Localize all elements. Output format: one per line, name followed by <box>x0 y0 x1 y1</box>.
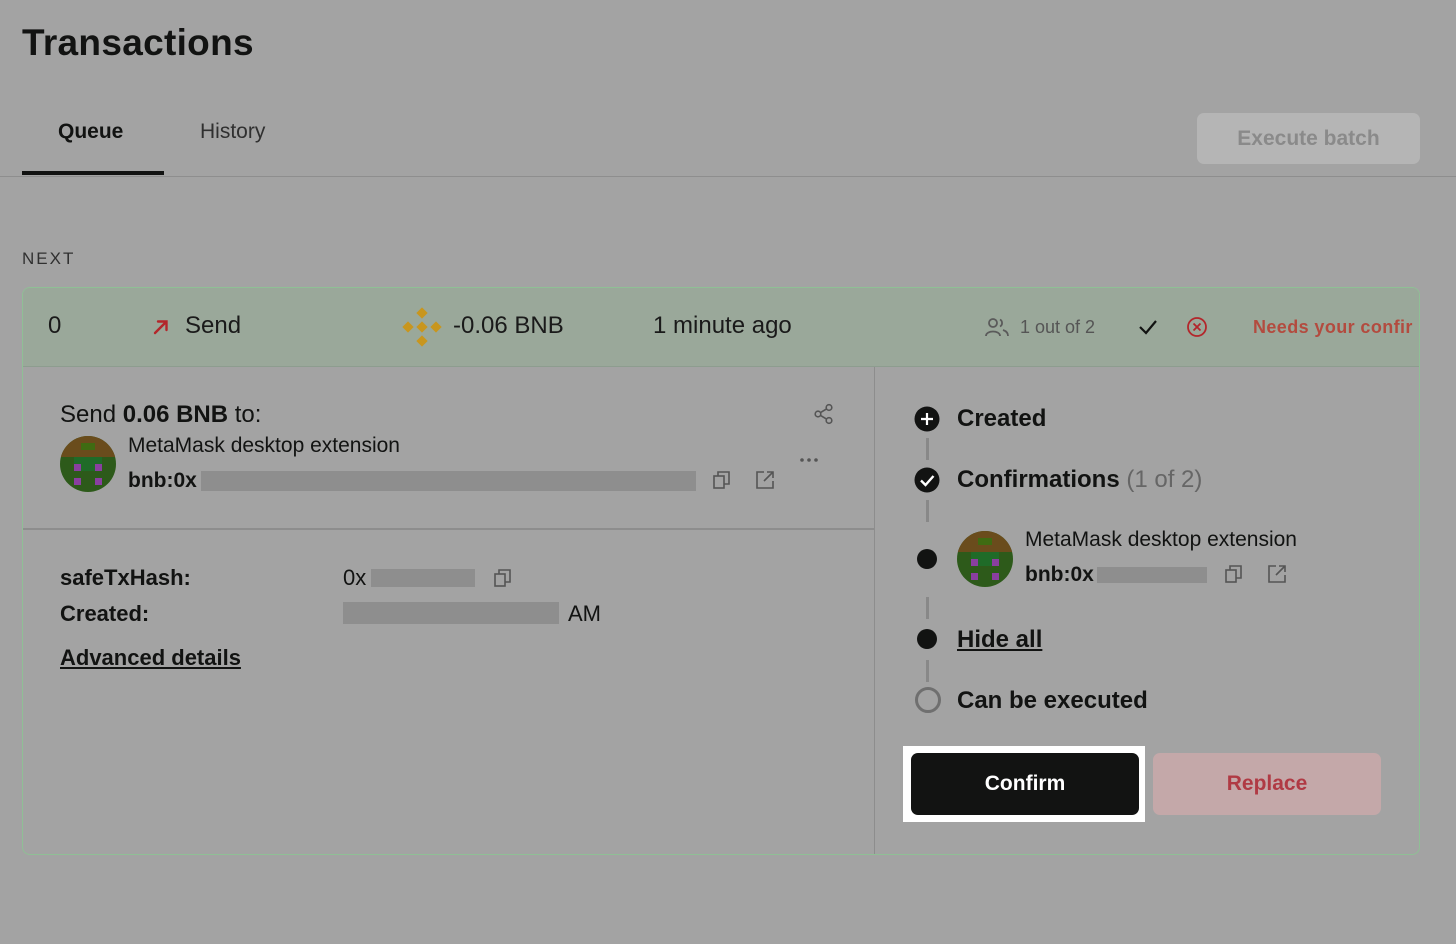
step-created: Created <box>957 405 1047 432</box>
timeline-connector <box>926 438 929 460</box>
safe-tx-hash-label: safeTxHash: <box>60 565 191 590</box>
safe-tx-hash-value: 0x <box>343 565 367 590</box>
page-title: Transactions <box>22 22 254 63</box>
transaction-timeline-pane: Created Confirmations (1 of 2) MetaMask … <box>875 367 1419 854</box>
step-confirmations: Confirmations (1 of 2) <box>957 466 1202 494</box>
redacted-hash <box>371 569 475 587</box>
created-label: Created: <box>60 601 150 626</box>
send-prefix: Send <box>60 401 123 428</box>
tx-amount: -0.06 BNB <box>453 312 564 339</box>
tx-time: 1 minute ago <box>653 312 792 339</box>
outgoing-arrow-icon <box>153 320 168 335</box>
transaction-summary-row[interactable]: 0 Send -0.06 BNB 1 minute ago 1 out of 2 <box>23 288 1419 367</box>
more-icon[interactable] <box>798 455 820 465</box>
check-icon[interactable] <box>1136 316 1160 338</box>
bnb-token-icon <box>402 307 442 347</box>
tabs-divider <box>0 176 1456 177</box>
confirmed-check-icon <box>914 467 940 493</box>
section-label-next: NEXT <box>22 249 76 268</box>
external-link-icon[interactable] <box>1266 563 1288 585</box>
tab-history[interactable]: History <box>200 120 265 144</box>
recipient-address: bnb:0x <box>128 469 197 492</box>
signer-avatar <box>957 531 1013 587</box>
reject-icon[interactable] <box>1185 315 1209 339</box>
details-divider <box>23 528 874 530</box>
created-value: AM <box>568 601 601 626</box>
signer-address: bnb:0x <box>1025 563 1094 586</box>
confirmations-title: Confirmations <box>957 466 1120 493</box>
tx-type: Send <box>185 312 242 339</box>
timeline-connector <box>926 660 929 682</box>
confirmations-summary: 1 out of 2 <box>1020 317 1096 337</box>
send-amount: 0.06 BNB <box>122 401 229 428</box>
hide-all-dot <box>917 629 937 649</box>
transaction-details-pane: Send 0.06 BNB to: MetaMask desktop exten… <box>23 367 875 854</box>
active-tab-indicator <box>22 171 164 175</box>
redacted-address <box>201 471 696 491</box>
redacted-date <box>343 602 559 624</box>
signer-name: MetaMask desktop extension <box>1025 528 1297 551</box>
copy-icon[interactable] <box>492 567 514 589</box>
confirm-button[interactable]: Confirm <box>911 753 1139 815</box>
signer-dot <box>917 549 937 569</box>
replace-button[interactable]: Replace <box>1153 753 1381 815</box>
tab-queue[interactable]: Queue <box>58 120 123 144</box>
owners-icon <box>985 318 1009 337</box>
send-summary: Send 0.06 BNB to: <box>60 401 261 429</box>
pending-step-icon <box>915 687 941 713</box>
send-suffix: to: <box>228 401 262 428</box>
hide-all-link[interactable]: Hide all <box>957 626 1042 654</box>
confirmations-count: (1 of 2) <box>1126 466 1203 493</box>
advanced-details-link[interactable]: Advanced details <box>60 645 241 671</box>
copy-icon[interactable] <box>1223 563 1245 585</box>
step-can-be-executed: Can be executed <box>957 687 1148 714</box>
execute-batch-button[interactable]: Execute batch <box>1197 113 1420 164</box>
confirm-highlight: Confirm <box>903 746 1145 822</box>
timeline-connector <box>926 597 929 619</box>
timeline-connector <box>926 500 929 522</box>
external-link-icon[interactable] <box>754 469 776 491</box>
recipient-avatar <box>60 436 116 492</box>
transaction-card: 0 Send -0.06 BNB 1 minute ago 1 out of 2 <box>22 287 1420 855</box>
copy-icon[interactable] <box>711 469 733 491</box>
redacted-address <box>1097 567 1207 583</box>
recipient-name: MetaMask desktop extension <box>128 434 400 457</box>
status-badge: Needs your confir <box>1253 317 1413 337</box>
created-plus-icon <box>914 406 940 432</box>
share-icon[interactable] <box>813 403 835 425</box>
tx-nonce: 0 <box>48 312 62 339</box>
